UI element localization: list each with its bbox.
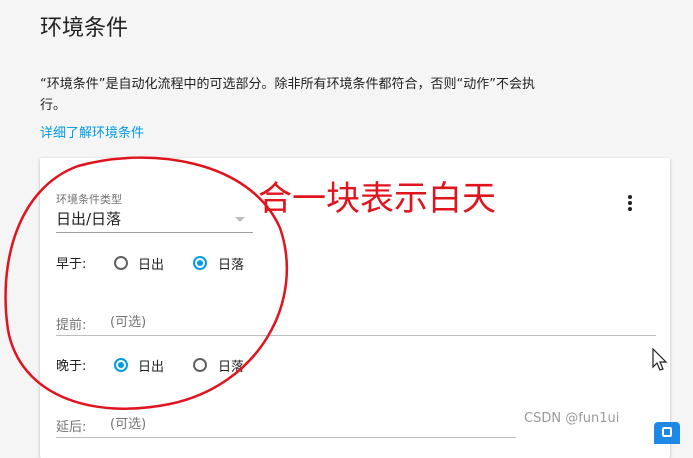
after-offset-input-wrap	[110, 413, 516, 436]
after-radio-sunset-label[interactable]: 日落	[218, 254, 244, 273]
badge-icon	[662, 427, 672, 437]
after-label: 早于:	[56, 257, 87, 272]
before-offset-field: 提前:	[56, 311, 656, 336]
before-offset-prefix: 提前:	[56, 318, 87, 333]
before-offset-input-wrap	[110, 311, 656, 334]
mouse-cursor-icon	[652, 348, 668, 371]
learn-more-link[interactable]: 详细了解环境条件	[40, 122, 144, 141]
after-offset-field: 延后:	[56, 413, 516, 438]
before-radio-sunset-label[interactable]: 日落	[218, 356, 244, 375]
page-title: 环境条件	[40, 16, 129, 41]
before-radio-sunrise-label[interactable]: 日出	[138, 356, 164, 375]
badge-button[interactable]	[654, 422, 680, 444]
after-radio-sunrise[interactable]	[114, 256, 128, 270]
before-radio-sunrise[interactable]	[114, 358, 128, 372]
after-offset-input[interactable]	[110, 413, 516, 436]
watermark: CSDN @fun1ui	[524, 411, 620, 426]
more-options-button[interactable]	[622, 194, 638, 214]
condition-type-select[interactable]: 日出/日落	[56, 208, 253, 233]
before-offset-input[interactable]	[110, 311, 656, 334]
condition-type-value: 日出/日落	[56, 210, 122, 228]
more-vert-icon	[622, 195, 638, 211]
after-offset-prefix: 延后:	[56, 420, 87, 435]
after-radio-sunset[interactable]	[193, 256, 207, 270]
chevron-down-icon	[235, 217, 245, 222]
before-label: 晚于:	[56, 359, 87, 374]
description-text: “环境条件”是自动化流程中的可选部分。除非所有环境条件都符合，否则“动作”不会执…	[40, 77, 535, 113]
after-radio-sunrise-label[interactable]: 日出	[138, 254, 164, 273]
before-radio-sunset[interactable]	[193, 358, 207, 372]
condition-type-label: 环境条件类型	[56, 193, 122, 206]
